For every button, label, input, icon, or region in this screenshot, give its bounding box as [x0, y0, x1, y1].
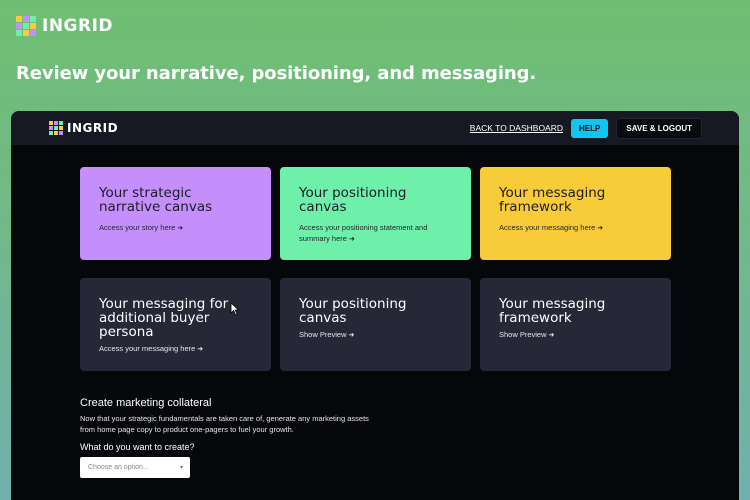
app-brand-name: INGRID	[67, 121, 119, 135]
help-button[interactable]: HELP	[571, 118, 609, 138]
card-title: Your messaging framework	[499, 185, 606, 215]
card-additional-persona[interactable]: Your messaging for additional buyer pers…	[80, 278, 271, 371]
card-positioning-canvas[interactable]: Your positioning canvas Access your posi…	[280, 167, 471, 260]
arrow-right-icon: ➜	[597, 225, 604, 232]
card-title: Your messaging framework	[499, 296, 606, 326]
collateral-title: Create marketing collateral	[80, 397, 212, 409]
create-question: What do you want to create?	[80, 442, 195, 452]
canvas-cards: Your strategic narrative canvas Access y…	[80, 167, 671, 371]
app-window: INGRID BACK TO DASHBOARD HELP SAVE & LOG…	[11, 111, 739, 500]
card-link[interactable]: Access your story here ➜	[99, 222, 253, 234]
arrow-right-icon: ➜	[177, 225, 184, 232]
arrow-right-icon: ➜	[197, 346, 204, 353]
app-logo[interactable]: INGRID	[49, 121, 118, 135]
card-title: Your strategic narrative canvas	[99, 185, 213, 215]
page-title: Review your narrative, positioning, and …	[16, 63, 537, 84]
card-messaging-preview[interactable]: Your messaging framework Show Preview ➜	[480, 278, 671, 371]
card-link[interactable]: Access your messaging here ➜	[99, 343, 253, 355]
card-title: Your positioning canvas	[299, 185, 407, 215]
arrow-right-icon: ➜	[348, 236, 355, 243]
select-placeholder: Choose an option...	[88, 464, 149, 471]
card-strategic-narrative[interactable]: Your strategic narrative canvas Access y…	[80, 167, 271, 260]
arrow-right-icon: ➜	[548, 332, 555, 339]
top-brand: INGRID	[16, 16, 113, 36]
mouse-cursor-icon	[230, 302, 240, 316]
ingrid-logo-icon	[49, 121, 63, 135]
card-messaging-framework[interactable]: Your messaging framework Access your mes…	[480, 167, 671, 260]
card-title: Your positioning canvas	[299, 296, 407, 326]
ingrid-logo-icon	[16, 16, 36, 36]
card-link[interactable]: Access your messaging here ➜	[499, 222, 653, 234]
app-header: INGRID BACK TO DASHBOARD HELP SAVE & LOG…	[11, 111, 739, 145]
card-link[interactable]: Access your positioning statement and su…	[299, 222, 453, 245]
brand-name: INGRID	[42, 16, 114, 36]
collateral-type-select[interactable]: Choose an option... ▾	[80, 457, 190, 478]
card-link[interactable]: Show Preview ➜	[299, 329, 453, 341]
back-to-dashboard-link[interactable]: BACK TO DASHBOARD	[470, 123, 563, 133]
arrow-right-icon: ➜	[348, 332, 355, 339]
header-nav: BACK TO DASHBOARD HELP SAVE & LOGOUT	[470, 117, 702, 139]
collateral-description: Now that your strategic fundamentals are…	[80, 414, 369, 434]
save-logout-button[interactable]: SAVE & LOGOUT	[616, 117, 702, 139]
card-link[interactable]: Show Preview ➜	[499, 329, 653, 341]
card-positioning-preview[interactable]: Your positioning canvas Show Preview ➜	[280, 278, 471, 371]
chevron-down-icon: ▾	[179, 465, 183, 471]
collateral-section: Create marketing collateral Now that you…	[80, 397, 380, 478]
